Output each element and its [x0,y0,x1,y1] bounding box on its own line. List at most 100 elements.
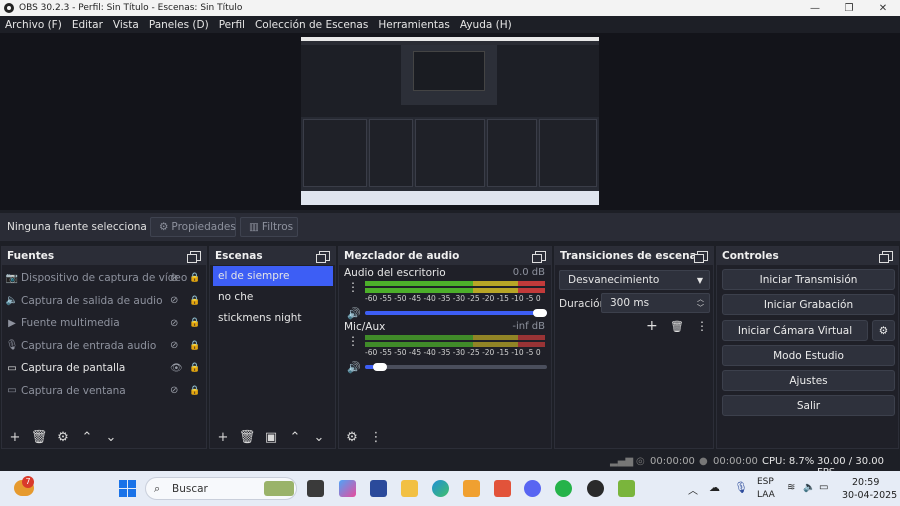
eye-hidden-icon[interactable]: ⊘ [170,385,178,396]
eye-icon[interactable]: 👁 [170,363,183,374]
settings-button[interactable]: Ajustes [722,370,895,391]
taskbar-search[interactable]: ⌕ Buscar [145,477,297,500]
scene-down-button[interactable]: ⌄ [310,430,328,445]
start-recording-button[interactable]: Iniciar Grabación [722,294,895,315]
task-view-icon[interactable] [307,480,324,497]
eye-hidden-icon[interactable]: ⊘ [170,295,178,306]
channel-menu-button[interactable]: ⋮ [347,280,359,294]
remove-source-button[interactable]: 🗑 [30,430,48,445]
scene-up-button[interactable]: ⌃ [286,430,304,445]
studio-mode-button[interactable]: Modo Estudio [722,345,895,366]
language-top[interactable]: ESP [757,477,774,487]
transition-menu-button[interactable]: ⋮ [696,319,708,333]
lock-icon[interactable]: 🔒 [189,341,200,351]
eye-hidden-icon[interactable]: ⊘ [170,273,178,284]
menu-archivo[interactable]: Archivo (F) [0,19,67,31]
copilot-icon[interactable] [339,480,356,497]
menu-perfil[interactable]: Perfil [214,19,250,31]
exit-button[interactable]: Salir [722,395,895,416]
volume-slider-knob[interactable] [373,363,388,371]
source-item[interactable]: 🎙 Captura de entrada audio ⊘ 🔒 [5,336,205,356]
duration-spinbox[interactable]: 300 ms ︿ ﹀ [601,293,710,313]
volume-icon[interactable]: 🔈 [803,482,815,493]
move-up-button[interactable]: ⌃ [78,430,96,445]
scene-filters-button[interactable]: ▣ [262,430,280,445]
menu-coleccion-escenas[interactable]: Colección de Escenas [250,19,373,31]
undock-icon[interactable] [879,251,893,263]
lock-icon[interactable]: 🔒 [189,318,200,328]
app2-icon[interactable] [618,480,635,497]
scene-item[interactable]: no che [213,287,333,307]
source-item[interactable]: 🔈 Captura de salida de audio ⊘ 🔒 [5,291,205,311]
source-item[interactable]: 📷 Dispositivo de captura de vídeo ⊘ 🔒 [5,268,205,288]
windows-start-icon[interactable] [119,480,136,497]
remove-scene-button[interactable]: 🗑 [238,430,256,445]
source-item[interactable]: ▶ Fuente multimedia ⊘ 🔒 [5,313,205,333]
menu-editar[interactable]: Editar [67,19,108,31]
brave-icon[interactable] [494,480,511,497]
maximize-button[interactable]: ❐ [832,0,866,16]
search-highlight-icon [264,481,294,496]
app-icon[interactable] [463,480,480,497]
lock-icon[interactable]: 🔒 [189,386,200,396]
move-down-button[interactable]: ⌄ [102,430,120,445]
undock-icon[interactable] [694,251,708,263]
properties-button[interactable]: ⚙ Propiedades [150,217,236,237]
eye-hidden-icon[interactable]: ⊘ [170,318,178,329]
add-scene-button[interactable]: + [214,430,232,445]
lock-icon[interactable]: 🔒 [189,273,200,283]
chevron-up-icon[interactable]: ︿ [688,482,698,497]
menu-herramientas[interactable]: Herramientas [373,19,455,31]
undock-icon[interactable] [316,251,330,263]
clock-date[interactable]: 30-04-2025 [842,490,897,501]
selection-bar: Ninguna fuente selecciona ⚙ Propiedades … [0,213,900,241]
scene-item[interactable]: stickmens night [213,308,333,328]
mic-tray-icon[interactable]: 🎙 [734,481,748,494]
file-explorer-icon[interactable] [401,480,418,497]
level-meter-segment [365,281,473,286]
clock-time[interactable]: 20:59 [852,477,879,488]
eye-hidden-icon[interactable]: ⊘ [170,340,178,351]
filters-button[interactable]: ▥ Filtros [240,217,298,237]
mixer-menu-button[interactable]: ⋮ [367,430,385,445]
menu-paneles[interactable]: Paneles (D) [144,19,214,31]
discord-icon[interactable] [524,480,541,497]
preview-area[interactable] [0,33,900,210]
battery-icon[interactable]: ▭ [819,482,828,493]
volume-slider-track[interactable] [365,365,547,369]
store-icon[interactable] [370,480,387,497]
menu-ayuda[interactable]: Ayuda (H) [455,19,517,31]
transition-select[interactable]: Desvanecimiento ▼ [559,270,710,290]
volume-icon[interactable]: 🔊 [347,307,361,320]
preview-canvas[interactable] [301,37,599,205]
spin-arrows-icon[interactable]: ︿ ﹀ [697,295,704,313]
onedrive-icon[interactable]: ☁ [709,481,720,494]
volume-icon[interactable]: 🔊 [347,361,361,374]
source-item[interactable]: ▭ Captura de pantalla 👁 🔒 [5,358,205,378]
lock-icon[interactable]: 🔒 [189,296,200,306]
lock-icon[interactable]: 🔒 [189,363,200,373]
minimize-button[interactable]: — [798,0,832,16]
edge-icon[interactable] [432,480,449,497]
start-streaming-button[interactable]: Iniciar Transmisión [722,269,895,290]
search-icon: ⌕ [154,482,161,495]
volume-slider-knob[interactable] [533,309,547,317]
add-source-button[interactable]: + [6,430,24,445]
undock-icon[interactable] [532,251,546,263]
wifi-icon[interactable]: ≋ [787,482,795,493]
advanced-audio-button[interactable]: ⚙ [343,430,361,445]
close-button[interactable]: ✕ [866,0,900,16]
start-virtual-camera-button[interactable]: Iniciar Cámara Virtual [722,320,868,341]
menu-vista[interactable]: Vista [108,19,144,31]
obs-taskbar-icon[interactable] [587,480,604,497]
undock-icon[interactable] [187,251,201,263]
whatsapp-icon[interactable] [555,480,572,497]
language-bottom[interactable]: LAA [757,490,775,500]
source-properties-button[interactable]: ⚙ [54,430,72,445]
virtual-camera-settings-button[interactable]: ⚙ [872,320,895,341]
channel-menu-button[interactable]: ⋮ [347,334,359,348]
source-item[interactable]: ▭ Captura de ventana ⊘ 🔒 [5,381,205,401]
add-transition-button[interactable]: + [646,318,658,334]
remove-transition-button[interactable]: 🗑 [670,320,684,333]
scene-item[interactable]: el de siempre [213,266,333,286]
